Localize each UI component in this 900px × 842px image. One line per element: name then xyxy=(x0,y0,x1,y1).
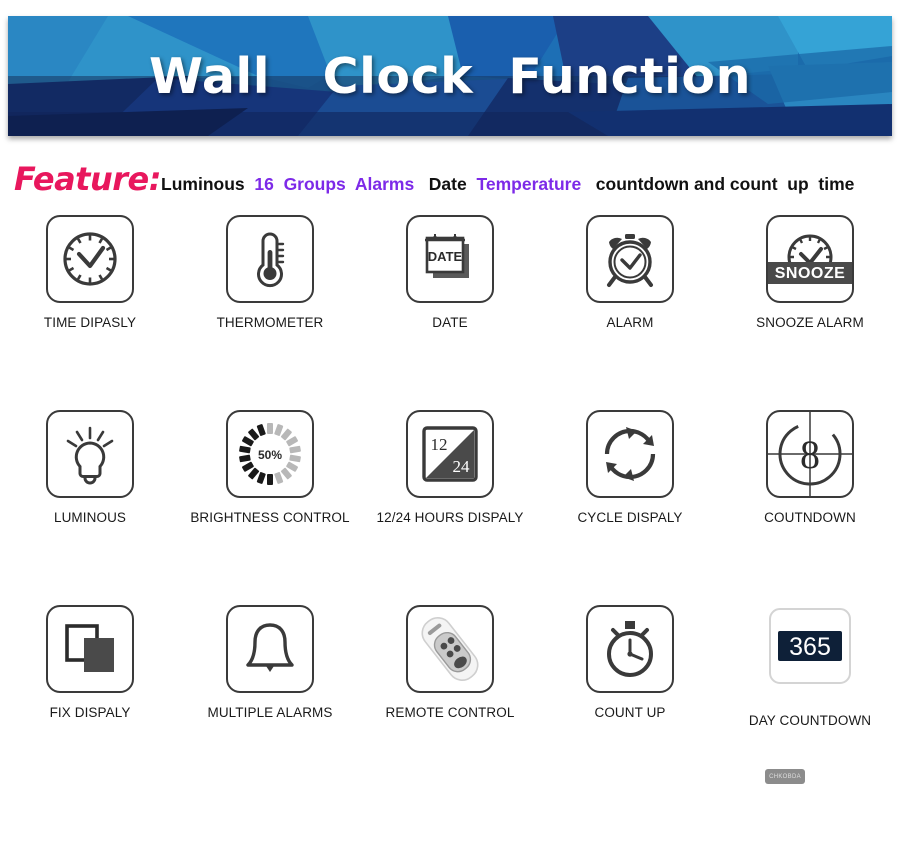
feature-item-brightness-control[interactable]: 50% BRIGHTNESS CONTROL xyxy=(180,410,360,605)
thermometer-icon-box xyxy=(226,215,314,303)
feature-segment-countdown: countdown and count up time xyxy=(581,174,855,194)
overlapping-squares-icon-box xyxy=(46,605,134,693)
stopwatch-icon-box xyxy=(586,605,674,693)
twelve-twentyfour-icon-box: 12 24 xyxy=(406,410,494,498)
feature-item-label: DATE xyxy=(432,315,468,330)
alarm-clock-icon-box xyxy=(586,215,674,303)
clock-icon-box xyxy=(46,215,134,303)
brightness-dial-icon: 50% xyxy=(239,423,301,485)
feature-item-label: CYCLE DISPALY xyxy=(577,510,683,525)
cycle-arrows-icon xyxy=(604,427,656,481)
feature-item-label: 12/24 HOURS DISPALY xyxy=(376,510,524,525)
feature-item-remote-control[interactable]: REMOTE CONTROL xyxy=(360,605,540,800)
feature-item-label: THERMOMETER xyxy=(216,315,324,330)
feature-item-snooze-alarm[interactable]: SNOOZE SNOOZE ALARM xyxy=(720,215,900,410)
feature-segment-luminous: Luminous xyxy=(161,174,245,194)
overlapping-squares-icon xyxy=(65,624,114,672)
feature-item-countdown[interactable]: 8 COUTNDOWN xyxy=(720,410,900,605)
feature-item-label: DAY COUNTDOWN xyxy=(748,713,872,728)
feature-segment-date: Date xyxy=(428,174,467,194)
feature-item-label: SNOOZE ALARM xyxy=(756,315,864,330)
day-countdown-number-text: 365 xyxy=(789,633,831,661)
feature-icon-grid: TIME DIPASLY THERMOMETER DATE DATE ALARM… xyxy=(0,215,900,800)
feature-item-label: MULTIPLE ALARMS xyxy=(207,705,333,720)
feature-item-date[interactable]: DATE DATE xyxy=(360,215,540,410)
film-countdown-icon-box: 8 xyxy=(766,410,854,498)
calendar-date-icon-box: DATE xyxy=(406,215,494,303)
snooze-text: SNOOZE xyxy=(775,265,846,282)
snooze-alarm-icon-box: SNOOZE xyxy=(766,215,854,303)
hours-24-text: 24 xyxy=(453,457,471,476)
feature-item-fix-display[interactable]: FIX DISPALY xyxy=(0,605,180,800)
feature-line: Feature: Luminous 16 Groups Alarms Date … xyxy=(14,160,894,198)
remote-control-icon-box xyxy=(406,605,494,693)
feature-item-12-24-hours[interactable]: 12 24 12/24 HOURS DISPALY xyxy=(360,410,540,605)
feature-segment-temperature: Temperature xyxy=(476,174,582,194)
feature-segment-groups-alarms: 16 Groups Alarms xyxy=(254,174,415,194)
alarm-clock-icon xyxy=(607,234,653,287)
stopwatch-icon xyxy=(607,621,653,677)
twelve-twentyfour-icon: 12 24 xyxy=(422,426,478,482)
watermark-badge: CHKOBDA xyxy=(765,769,805,784)
lightbulb-icon xyxy=(66,426,114,485)
feature-item-label: TIME DIPASLY xyxy=(43,315,137,330)
feature-item-label: LUMINOUS xyxy=(53,510,127,525)
hours-12-text: 12 xyxy=(431,435,448,454)
feature-label: Feature: xyxy=(14,160,162,198)
calendar-date-icon: DATE xyxy=(425,234,469,278)
feature-gap-3 xyxy=(467,174,477,195)
snooze-alarm-icon: SNOOZE xyxy=(768,234,852,284)
brightness-percent-text: 50% xyxy=(258,448,282,462)
brightness-dial-icon-box: 50% xyxy=(226,410,314,498)
feature-item-multiple-alarms[interactable]: MULTIPLE ALARMS xyxy=(180,605,360,800)
feature-gap-1 xyxy=(245,174,255,195)
bell-icon xyxy=(246,623,294,672)
countdown-number-text: 8 xyxy=(800,432,820,477)
day-countdown-icon: 365 xyxy=(769,608,851,684)
banner-title: Wall Clock Function xyxy=(149,47,751,105)
clock-icon xyxy=(63,232,117,286)
header-banner: Wall Clock Function xyxy=(8,16,892,136)
icon-row-2: LUMINOUS 50% BRIGHTNESS CONTROL 12 24 12… xyxy=(0,410,900,605)
feature-item-label: COUNT UP xyxy=(594,705,666,720)
feature-gap-2 xyxy=(414,174,429,195)
feature-item-label: ALARM xyxy=(606,315,654,330)
day-countdown-icon-box: 365 xyxy=(766,605,854,693)
feature-item-label: BRIGHTNESS CONTROL xyxy=(190,510,350,525)
feature-item-thermometer[interactable]: THERMOMETER xyxy=(180,215,360,410)
feature-item-label: COUTNDOWN xyxy=(764,510,856,525)
calendar-date-text: DATE xyxy=(428,249,463,264)
feature-item-cycle-display[interactable]: CYCLE DISPALY xyxy=(540,410,720,605)
feature-item-label: FIX DISPALY xyxy=(49,705,131,720)
lightbulb-icon-box xyxy=(46,410,134,498)
feature-item-luminous[interactable]: LUMINOUS xyxy=(0,410,180,605)
bell-icon-box xyxy=(226,605,314,693)
feature-item-count-up[interactable]: COUNT UP xyxy=(540,605,720,800)
thermometer-icon xyxy=(257,232,285,288)
film-countdown-icon: 8 xyxy=(768,412,852,496)
feature-item-label: REMOTE CONTROL xyxy=(385,705,515,720)
feature-item-time-display[interactable]: TIME DIPASLY xyxy=(0,215,180,410)
feature-item-alarm[interactable]: ALARM xyxy=(540,215,720,410)
feature-item-day-countdown[interactable]: 365 DAY COUNTDOWN xyxy=(720,605,900,800)
icon-row-1: TIME DIPASLY THERMOMETER DATE DATE ALARM… xyxy=(0,215,900,410)
remote-control-icon xyxy=(421,617,479,681)
cycle-arrows-icon-box xyxy=(586,410,674,498)
